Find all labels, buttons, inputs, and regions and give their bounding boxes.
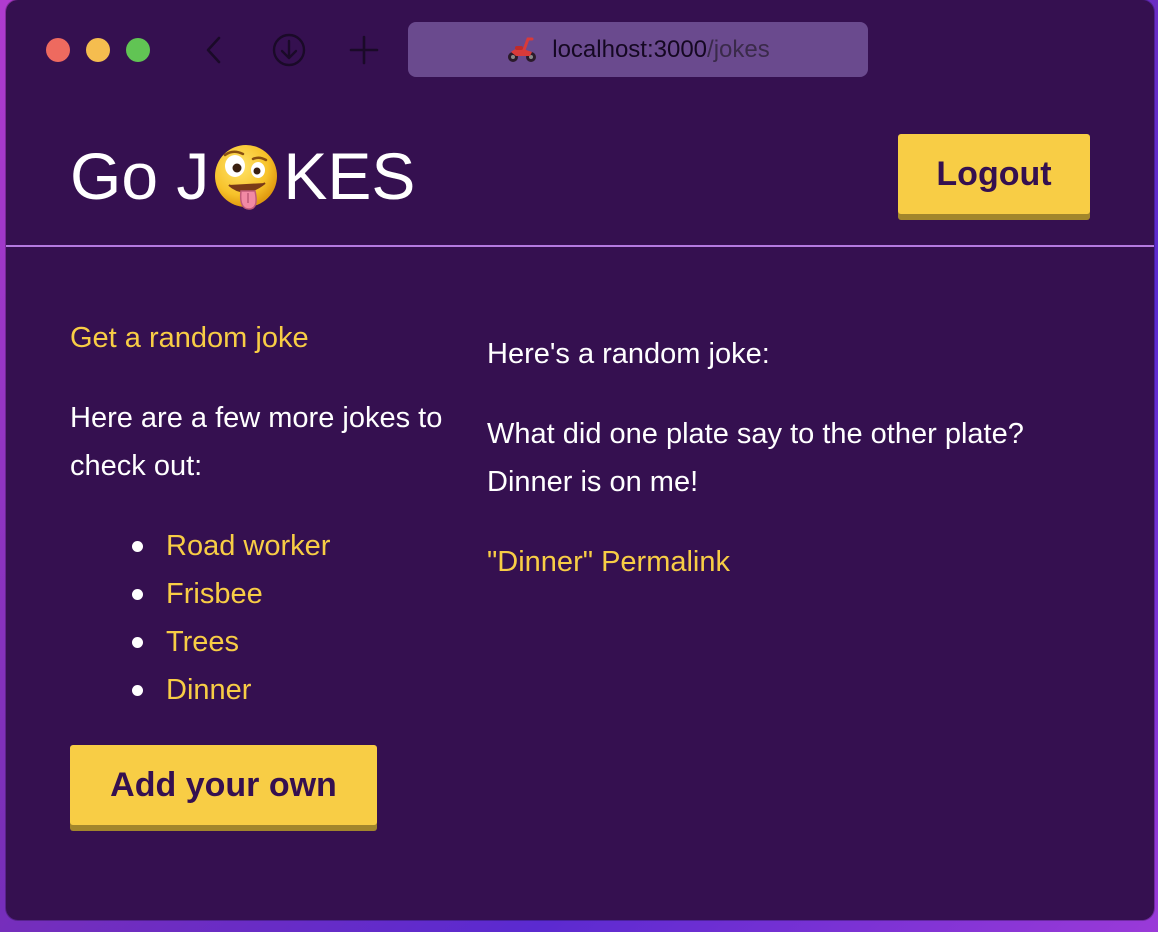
joke-link-dinner[interactable]: Dinner — [166, 674, 251, 706]
joke-link-trees[interactable]: Trees — [166, 626, 239, 658]
list-item: Road worker — [70, 522, 330, 570]
list-item: Frisbee — [70, 570, 330, 618]
brand-prefix: Go J — [70, 139, 210, 213]
address-bar[interactable]: localhost:3000/jokes — [408, 22, 868, 77]
chevron-left-icon[interactable] — [194, 30, 234, 70]
zoom-window-button[interactable] — [126, 38, 150, 62]
scooter-icon — [506, 36, 538, 64]
plus-icon[interactable] — [344, 30, 384, 70]
joke-permalink[interactable]: "Dinner" Permalink — [487, 538, 730, 586]
url-host: localhost:3000 — [552, 35, 708, 63]
joke-list: Road worker Frisbee Trees Dinner — [70, 522, 330, 714]
more-jokes-text: Here are a few more jokes to check out: — [70, 402, 443, 482]
joke-link-road-worker[interactable]: Road worker — [166, 530, 330, 562]
random-joke-heading: Here's a random joke: — [487, 338, 770, 370]
site-logo[interactable]: Go J KES — [70, 138, 415, 214]
joke-text: What did one plate say to the other plat… — [487, 418, 1024, 498]
brand-suffix: KES — [283, 139, 416, 213]
zany-face-icon — [211, 143, 281, 213]
header-divider — [6, 245, 1154, 247]
bullet-icon — [132, 589, 143, 600]
joke-link-frisbee[interactable]: Frisbee — [166, 578, 263, 610]
download-icon[interactable] — [269, 30, 309, 70]
url-path: /jokes — [707, 35, 770, 63]
add-joke-button[interactable]: Add your own — [70, 745, 377, 825]
close-window-button[interactable] — [46, 38, 70, 62]
minimize-window-button[interactable] — [86, 38, 110, 62]
random-joke-link[interactable]: Get a random joke — [70, 314, 309, 362]
browser-window: localhost:3000/jokes Go J KES Logout Get… — [6, 0, 1154, 920]
browser-toolbar: localhost:3000/jokes — [6, 0, 1154, 100]
logout-button[interactable]: Logout — [898, 134, 1090, 214]
bullet-icon — [132, 637, 143, 648]
bullet-icon — [132, 685, 143, 696]
bullet-icon — [132, 541, 143, 552]
list-item: Trees — [70, 618, 330, 666]
list-item: Dinner — [70, 666, 330, 714]
